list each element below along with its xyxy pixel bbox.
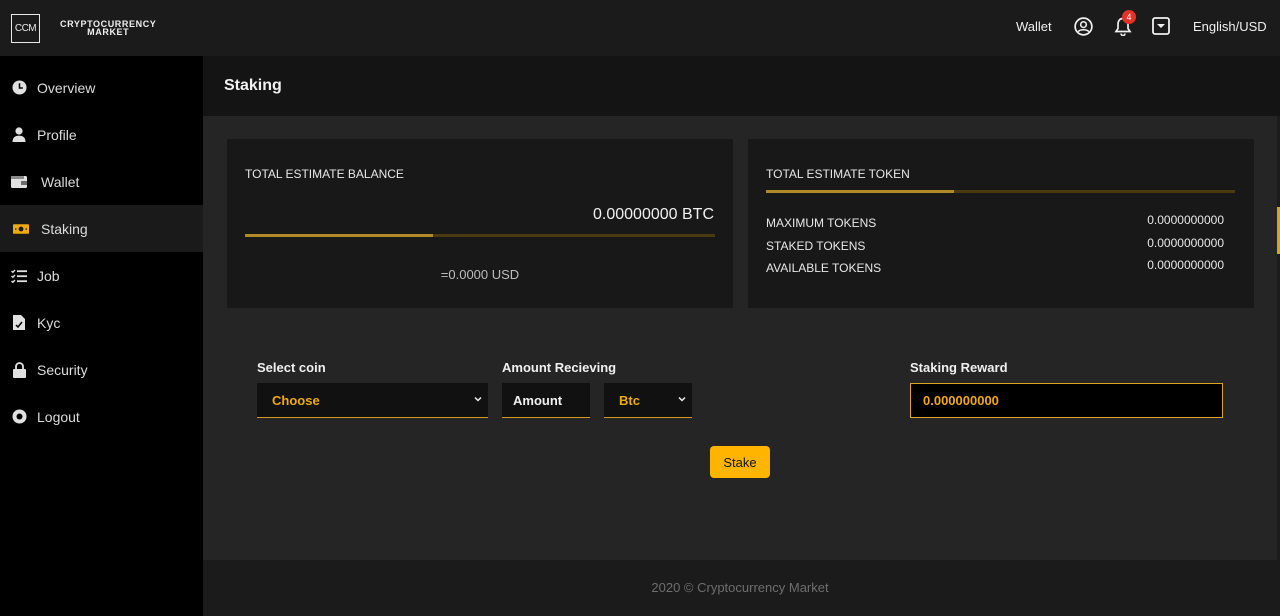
maximum-tokens-label: MAXIMUM TOKENS <box>766 216 877 230</box>
currency-value: Btc <box>619 392 640 408</box>
logo-text: CRYPTOCURRENCY MARKET <box>60 20 156 37</box>
token-progress-bar <box>766 190 1235 193</box>
staking-reward-label: Staking Reward <box>910 360 1008 375</box>
staking-reward-value: 0.000000000 <box>923 393 999 408</box>
sidebar-item-label: Logout <box>37 408 80 425</box>
list-icon <box>11 268 27 284</box>
select-coin-dropdown[interactable]: Choose <box>257 383 488 418</box>
token-card-title: TOTAL ESTIMATE TOKEN <box>766 167 910 181</box>
token-progress-fill <box>766 190 954 193</box>
staked-tokens-value: 0.0000000000 <box>1147 236 1224 250</box>
select-coin-value: Choose <box>272 392 320 408</box>
document-icon <box>11 315 27 331</box>
available-tokens-value: 0.0000000000 <box>1147 258 1224 272</box>
sidebar-item-profile[interactable]: Profile <box>0 111 203 158</box>
footer: 2020 © Cryptocurrency Market <box>203 560 1280 616</box>
sidebar-item-label: Security <box>37 361 88 378</box>
token-card: TOTAL ESTIMATE TOKEN MAXIMUM TOKENS 0.00… <box>748 139 1254 308</box>
top-bar: Wallet 4 English/USD <box>203 0 1280 56</box>
balance-value: 0.00000000 BTC <box>593 206 714 223</box>
notification-badge: 4 <box>1122 10 1136 24</box>
logo-text-line2: MARKET <box>87 27 130 37</box>
sidebar-item-wallet[interactable]: Wallet <box>0 158 203 205</box>
lock-icon <box>11 361 27 378</box>
staked-tokens-label: STAKED TOKENS <box>766 239 866 253</box>
logo-mark: CCM <box>11 13 40 43</box>
money-icon <box>13 221 29 237</box>
currency-dropdown[interactable]: Btc <box>604 383 692 418</box>
balance-progress-bar <box>245 234 715 237</box>
staking-reward-field: 0.000000000 <box>910 383 1223 418</box>
page-title: Staking <box>224 77 282 94</box>
balance-card-title: TOTAL ESTIMATE BALANCE <box>245 167 404 181</box>
top-wallet-link[interactable]: Wallet <box>1016 19 1052 34</box>
language-currency-selector[interactable]: English/USD <box>1193 19 1267 34</box>
sidebar-item-label: Job <box>37 267 60 284</box>
sidebar-item-label: Wallet <box>41 173 80 190</box>
select-coin-label: Select coin <box>257 360 326 375</box>
wallet-icon <box>11 174 27 190</box>
sidebar-nav: Overview Profile Wallet Staking Job Kyc … <box>0 64 203 440</box>
dropdown-box-icon[interactable] <box>1151 16 1171 36</box>
balance-card: TOTAL ESTIMATE BALANCE 0.00000000 BTC =0… <box>227 139 733 308</box>
chevron-down-icon <box>474 396 482 402</box>
logo[interactable]: CCM CRYPTOCURRENCY MARKET <box>0 0 203 56</box>
stake-button[interactable]: Stake <box>710 446 770 478</box>
sidebar-item-label: Staking <box>41 220 88 237</box>
amount-receiving-label: Amount Recieving <box>502 360 617 375</box>
page-header: Staking <box>203 56 1280 116</box>
sidebar: CCM CRYPTOCURRENCY MARKET Overview Profi… <box>0 0 203 616</box>
sidebar-item-security[interactable]: Security <box>0 346 203 393</box>
staking-content: TOTAL ESTIMATE BALANCE 0.00000000 BTC =0… <box>203 116 1277 560</box>
amount-input[interactable] <box>502 383 590 418</box>
balance-progress-fill <box>245 234 433 237</box>
sidebar-item-overview[interactable]: Overview <box>0 64 203 111</box>
sidebar-item-logout[interactable]: Logout <box>0 393 203 440</box>
sidebar-item-label: Profile <box>37 126 77 143</box>
maximum-tokens-value: 0.0000000000 <box>1147 213 1224 227</box>
account-icon[interactable] <box>1073 16 1093 36</box>
sidebar-item-kyc[interactable]: Kyc <box>0 299 203 346</box>
chevron-down-icon <box>678 396 686 402</box>
app-root: CCM CRYPTOCURRENCY MARKET Overview Profi… <box>0 0 1280 616</box>
available-tokens-label: AVAILABLE TOKENS <box>766 261 882 275</box>
clock-icon <box>11 80 27 96</box>
sidebar-item-staking[interactable]: Staking <box>0 205 203 252</box>
user-icon <box>11 127 27 143</box>
sidebar-item-job[interactable]: Job <box>0 252 203 299</box>
balance-usd-value: =0.0000 USD <box>440 267 520 282</box>
sidebar-item-label: Overview <box>37 79 96 96</box>
footer-copyright: 2020 © Cryptocurrency Market <box>651 580 829 595</box>
sidebar-item-label: Kyc <box>37 314 61 331</box>
logout-icon <box>11 409 27 425</box>
